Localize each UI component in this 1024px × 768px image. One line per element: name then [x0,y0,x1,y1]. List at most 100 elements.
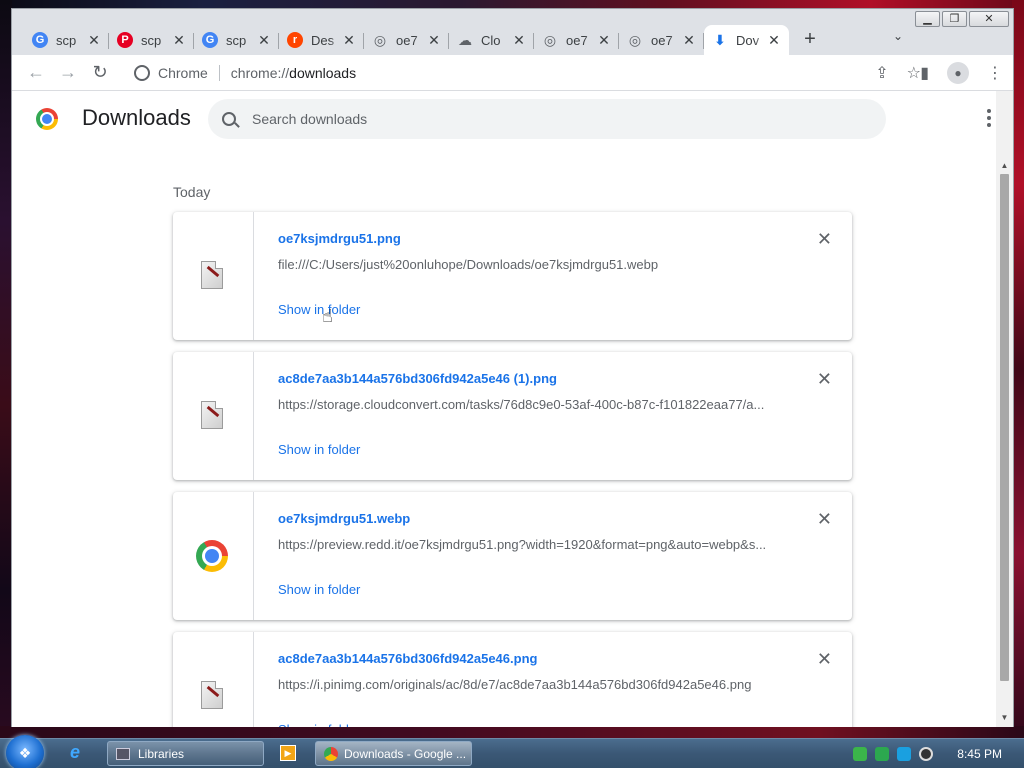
chrome-menu-icon[interactable]: ⋮ [987,63,1003,83]
page-header: Downloads [12,91,1013,147]
profile-avatar[interactable]: ● [947,61,969,84]
desktop-wallpaper-bottom [0,726,1024,738]
tab-title: Dov [736,32,760,48]
tab-4[interactable]: ◎ oe7 ✕ [364,25,449,55]
volume-icon[interactable] [919,747,934,761]
toolbar: ← → ↻ Chrome chrome:// downloads ⇪ ☆ ▮ ●… [12,55,1013,91]
internet-explorer-icon[interactable]: e [70,742,80,763]
chrome-page-icon [134,65,150,81]
chrome-logo-icon [36,108,58,130]
tab-close-icon[interactable]: ✕ [767,32,781,49]
source-url: https://storage.cloudconvert.com/tasks/7… [278,397,765,412]
tab-close-icon[interactable]: ✕ [682,32,696,49]
tab-0[interactable]: Gscp ✕ [24,25,109,55]
share-icon[interactable]: ⇪ [875,63,888,83]
scroll-up-icon[interactable]: ▲ [996,159,1013,173]
tab-3[interactable]: r Des ✕ [279,25,364,55]
toolbar-right: ▮ ● ⋮ [920,61,1003,84]
tab-8[interactable]: ⬇ Dov ✕ [704,25,789,55]
taskbar-libraries[interactable]: Libraries [107,741,264,766]
windows-logo-icon: ❖ [18,744,32,761]
system-tray: 8:45 PM [853,739,1024,768]
file-name-link[interactable]: oe7ksjmdrgu51.webp [278,511,410,526]
tab-title: scp [226,32,247,48]
file-icon [201,261,223,289]
side-panel-icon[interactable]: ▮ [920,63,929,83]
source-url: file:///C:/Users/just%20onluhope/Downloa… [278,257,659,272]
scroll-down-icon[interactable]: ▼ [996,711,1013,725]
reddit-icon: r [287,32,303,48]
media-player-icon[interactable]: ▶ [280,745,296,761]
tab-close-icon[interactable]: ✕ [512,32,526,49]
remove-from-list-icon[interactable]: ✕ [817,369,832,390]
taskbar-chrome[interactable]: Downloads - Google ... [315,741,472,766]
clock[interactable]: 8:45 PM [957,747,1002,761]
taskbar-libraries-label: Libraries [138,746,185,761]
google-icon: G [32,32,48,48]
search-icon [222,112,236,126]
remove-from-list-icon[interactable]: ✕ [817,229,832,250]
tab-title: oe7 [651,32,673,48]
tab-close-icon[interactable]: ✕ [87,32,101,49]
hand-cursor-icon: ☝ [322,306,333,326]
forward-button[interactable]: → [52,62,84,83]
tab-1[interactable]: Pscp ✕ [109,25,194,55]
tab-7[interactable]: ◎ oe7 ✕ [619,25,704,55]
file-name-link[interactable]: oe7ksjmdrgu51.png [278,231,401,246]
url-host: downloads [289,65,357,81]
back-button[interactable]: ← [20,62,52,83]
omnibox-actions: ⇪ ☆ [875,63,921,83]
file-icon [201,681,223,709]
tab-5[interactable]: ☁ Clo ✕ [449,25,534,55]
downloads-page: Downloads Today oe7ksjmdrgu51.png file://… [12,91,1013,727]
tab-close-icon[interactable]: ✕ [342,32,356,49]
reload-button[interactable]: ↻ [84,62,116,83]
tab-title: oe7 [566,32,588,48]
taskbar-chrome-label: Downloads - Google ... [344,746,467,761]
file-name-link[interactable]: ac8de7aa3b144a576bd306fd942a5e46 (1).png [278,371,557,386]
source-url: https://preview.redd.it/oe7ksjmdrgu51.pn… [278,537,767,552]
omnibox-separator [218,65,220,81]
reload-icon: ↻ [92,62,108,82]
tab-close-icon[interactable]: ✕ [597,32,611,49]
tab-close-icon[interactable]: ✕ [257,32,271,49]
more-actions-icon[interactable] [987,109,991,127]
tab-close-icon[interactable]: ✕ [427,32,441,49]
tab-close-icon[interactable]: ✕ [172,32,186,49]
scroll-thumb[interactable] [1000,174,1009,681]
folder-icon [116,747,130,760]
remove-from-list-icon[interactable]: ✕ [817,649,832,670]
download-icon-column [173,632,254,727]
search-box[interactable] [208,99,886,139]
remove-from-list-icon[interactable]: ✕ [817,509,832,530]
tab-strip: Gscp ✕ Pscp ✕ Gscp ✕ r Des ✕ ◎ oe7 ✕ ☁ Clo ✕ ◎ oe7 ✕ ◎ oe7 ✕… [12,21,1013,55]
file-name-link[interactable]: ac8de7aa3b144a576bd306fd942a5e46.png [278,651,537,666]
show-in-folder-link[interactable]: Show in folder [278,302,360,317]
tab-2[interactable]: Gscp ✕ [194,25,279,55]
download-item: oe7ksjmdrgu51.png file:///C:/Users/just%2… [173,212,852,340]
security-shield-icon[interactable] [853,747,868,761]
display-icon[interactable] [897,747,912,761]
globe-icon: ◎ [628,31,642,48]
tab-title: scp [141,32,162,48]
show-in-folder-link[interactable]: Show in folder [278,442,360,457]
search-input[interactable] [252,111,812,127]
tab-search-chevron-icon[interactable]: ⌄ [893,29,903,43]
address-bar[interactable]: Chrome chrome:// downloads ⇪ ☆ [124,59,921,87]
pinterest-icon: P [117,32,133,48]
network-icon[interactable] [875,747,890,761]
bookmark-star-icon[interactable]: ☆ [907,63,921,83]
person-icon: ● [954,65,962,80]
arrow-right-icon: → [59,62,77,82]
google-icon: G [202,32,218,48]
download-icon-column [173,492,254,620]
chrome-window: ▁ ❐ ✕ Gscp ✕ Pscp ✕ Gscp ✕ r Des ✕ ◎ oe7 ✕ ☁ Clo ✕ ◎ oe7… [11,8,1014,727]
tab-6[interactable]: ◎ oe7 ✕ [534,25,619,55]
download-item: ac8de7aa3b144a576bd306fd942a5e46 (1).png… [173,352,852,480]
scrollbar[interactable]: ▲ ▼ [996,91,1013,727]
show-in-folder-link[interactable]: Show in folder [278,582,360,597]
chrome-taskbar-icon [324,746,338,761]
start-button[interactable]: ❖ [6,735,44,768]
show-in-folder-link[interactable]: Show in folder [278,722,360,727]
new-tab-button[interactable]: + [795,28,825,51]
